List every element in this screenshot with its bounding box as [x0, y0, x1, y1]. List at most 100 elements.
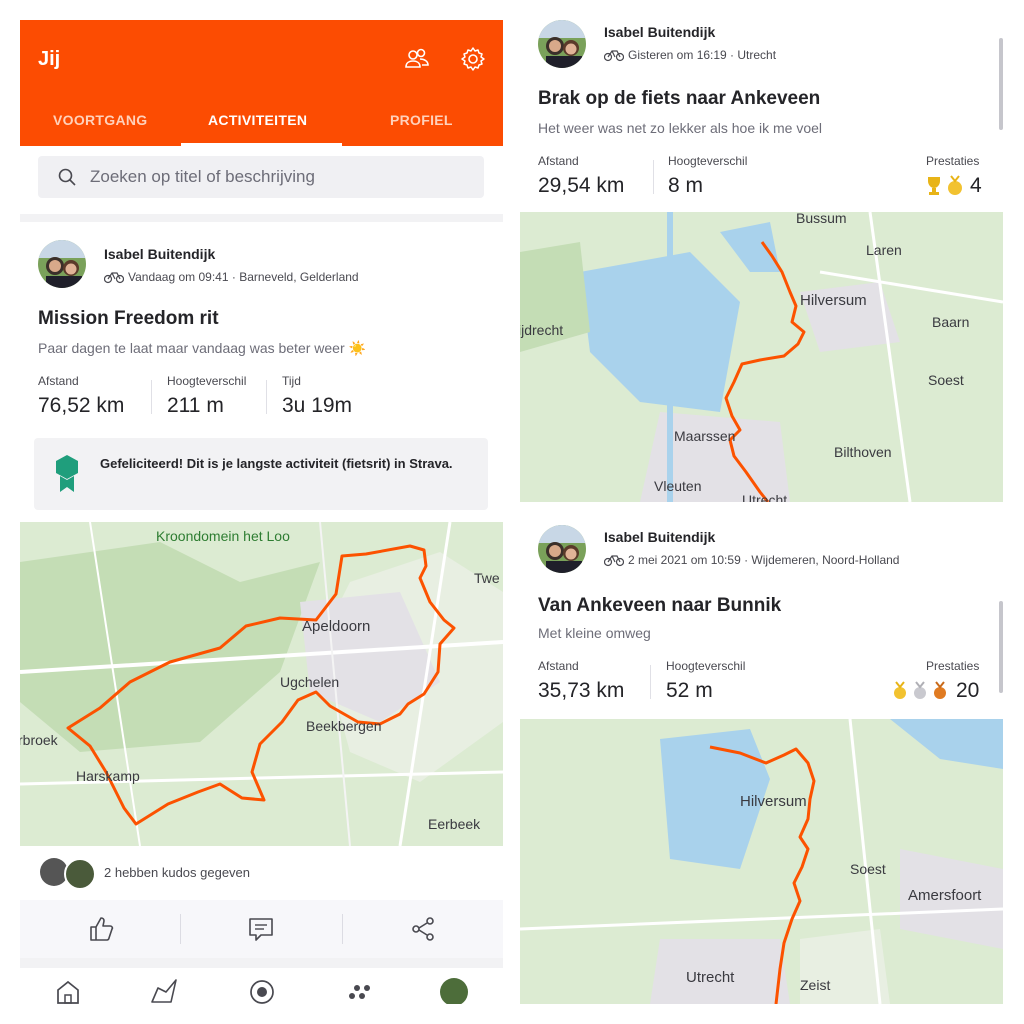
stat-value: 211 m: [167, 394, 224, 417]
right-top-card: Isabel Buitendijk Gisteren om 16:19 · Ut…: [520, 0, 1003, 502]
stat-divider: [653, 160, 654, 194]
activity-card[interactable]: Isabel Buitendijk Vandaag om 09:41 · Bar…: [20, 222, 503, 522]
tab-voortgang[interactable]: VOORTGANG: [53, 112, 147, 128]
map-label: Apeldoorn: [302, 618, 371, 635]
avatar[interactable]: [538, 20, 586, 68]
activity-title[interactable]: Van Ankeveen naar Bunnik: [538, 595, 781, 617]
tab-activiteiten[interactable]: ACTIVITEITEN: [208, 112, 307, 128]
activity-title[interactable]: Mission Freedom rit: [38, 308, 219, 330]
gear-icon[interactable]: [460, 46, 486, 72]
achievements-label: Prestaties: [926, 659, 980, 673]
activity-map[interactable]: Hilversum Soest Amersfoort Utrecht Zeist: [520, 719, 1003, 1004]
map-label: Bilthoven: [834, 444, 892, 460]
activity-meta: 2 mei 2021 om 10:59 · Wijdemeren, Noord-…: [603, 553, 900, 567]
stat-label: Afstand: [538, 659, 579, 673]
map-label: Amersfoort: [908, 887, 982, 904]
stat-label: Hoogteverschil: [668, 154, 748, 168]
activity-map[interactable]: Kroondomein het Loo Apeldoorn Ugchelen B…: [20, 522, 503, 846]
stat-label: Afstand: [538, 154, 579, 168]
kudos-row[interactable]: 2 hebben kudos gegeven: [20, 846, 503, 900]
tab-profiel[interactable]: PROFIEL: [390, 112, 453, 128]
map-label: Hilversum: [800, 292, 867, 309]
comment-icon[interactable]: [246, 914, 276, 944]
scrollbar[interactable]: [999, 38, 1003, 130]
athlete-name[interactable]: Isabel Buitendijk: [604, 529, 715, 545]
search-placeholder: Zoeken op titel of beschrijving: [90, 167, 315, 186]
left-screen: Jij VOORTGANG ACTIVITEITEN PROFIEL Zoeke…: [20, 20, 503, 1004]
map-label: Vleuten: [654, 478, 702, 494]
home-icon[interactable]: [54, 978, 82, 1004]
map-label: Hilversum: [740, 793, 807, 810]
achievements-count: 20: [956, 679, 980, 702]
search-input[interactable]: Zoeken op titel of beschrijving: [38, 156, 484, 198]
athlete-name[interactable]: Isabel Buitendijk: [604, 24, 715, 40]
avatar: [64, 858, 96, 890]
bottom-navigation: [20, 968, 503, 1004]
search-icon: [58, 168, 76, 186]
activity-title[interactable]: Brak op de fiets naar Ankeveen: [538, 88, 820, 110]
kudos-text: 2 hebben kudos gegeven: [104, 865, 251, 880]
map-label: Twe: [474, 570, 500, 586]
map-label: Soest: [850, 861, 886, 877]
map-label: Zeist: [800, 977, 831, 993]
stat-value: 3u 19m: [282, 394, 353, 417]
achievement-banner[interactable]: Gefeliciteerd! Dit is je langste activit…: [34, 438, 488, 510]
achievement-text: Gefeliciteerd! Dit is je langste activit…: [100, 456, 453, 471]
stat-divider: [266, 380, 267, 414]
profile-avatar[interactable]: [440, 978, 468, 1004]
action-divider: [180, 914, 181, 944]
stat-divider: [151, 380, 152, 414]
activity-meta-text: Vandaag om 09:41 · Barneveld, Gelderland: [128, 270, 359, 284]
right-bottom-card: Isabel Buitendijk 2 mei 2021 om 10:59 · …: [520, 515, 1003, 1004]
action-divider: [342, 914, 343, 944]
maps-icon[interactable]: [150, 978, 178, 1004]
map-label: Harskamp: [76, 768, 140, 784]
stat-label: Afstand: [38, 374, 79, 388]
stat-label: Hoogteverschil: [666, 659, 746, 673]
stat-label: Tijd: [282, 374, 301, 388]
bike-icon: [103, 272, 125, 284]
map-label: Baarn: [932, 314, 970, 330]
stat-value: 8 m: [668, 174, 704, 197]
top-app-bar: Jij VOORTGANG ACTIVITEITEN PROFIEL: [20, 20, 503, 146]
page-title: Jij: [38, 48, 61, 70]
stat-value: 29,54 km: [538, 174, 625, 197]
bike-icon: [603, 555, 625, 567]
activity-meta-text: 2 mei 2021 om 10:59 · Wijdemeren, Noord-…: [628, 553, 900, 567]
tab-bar: VOORTGANG ACTIVITEITEN PROFIEL: [20, 106, 503, 146]
activity-description: Het weer was net zo lekker als hoe ik me…: [538, 120, 823, 136]
map-label: Utrecht: [686, 969, 735, 986]
activity-map[interactable]: Bussum Laren Hilversum Baarn ijdrecht So…: [520, 210, 1003, 502]
map-label: Soest: [928, 372, 964, 388]
athlete-name[interactable]: Isabel Buitendijk: [104, 246, 215, 262]
record-icon[interactable]: [248, 978, 276, 1004]
map-label: Ugchelen: [280, 674, 340, 690]
map-label: Bussum: [796, 210, 847, 226]
groups-icon[interactable]: [344, 978, 372, 1004]
activity-meta: Gisteren om 16:19 · Utrecht: [603, 48, 777, 62]
activity-description: Met kleine omweg: [538, 625, 651, 641]
map-label: ijdrecht: [520, 322, 564, 338]
activity-actions: [20, 900, 503, 958]
scrollbar[interactable]: [999, 601, 1003, 693]
activity-meta: Vandaag om 09:41 · Barneveld, Gelderland: [103, 270, 359, 284]
stat-value: 35,73 km: [538, 679, 625, 702]
medal-icon: [894, 681, 946, 699]
map-label: Laren: [866, 242, 902, 258]
map-label: rbroek: [20, 732, 58, 748]
people-icon[interactable]: [404, 46, 430, 72]
map-label: Kroondomein het Loo: [156, 528, 290, 544]
activity-description: Paar dagen te laat maar vandaag was bete…: [38, 340, 366, 356]
map-label: Utrecht: [742, 492, 788, 502]
achievements-count: 4: [970, 174, 982, 197]
thumbs-up-icon[interactable]: [86, 914, 116, 944]
avatar[interactable]: [38, 240, 86, 288]
activity-meta-text: Gisteren om 16:19 · Utrecht: [628, 48, 777, 62]
avatar[interactable]: [538, 525, 586, 573]
stat-divider: [650, 665, 651, 699]
achievements-label: Prestaties: [926, 154, 980, 168]
badge-icon: [56, 455, 78, 492]
stat-value: 52 m: [666, 679, 713, 702]
search-area: Zoeken op titel of beschrijving: [20, 146, 503, 214]
share-icon[interactable]: [408, 914, 438, 944]
